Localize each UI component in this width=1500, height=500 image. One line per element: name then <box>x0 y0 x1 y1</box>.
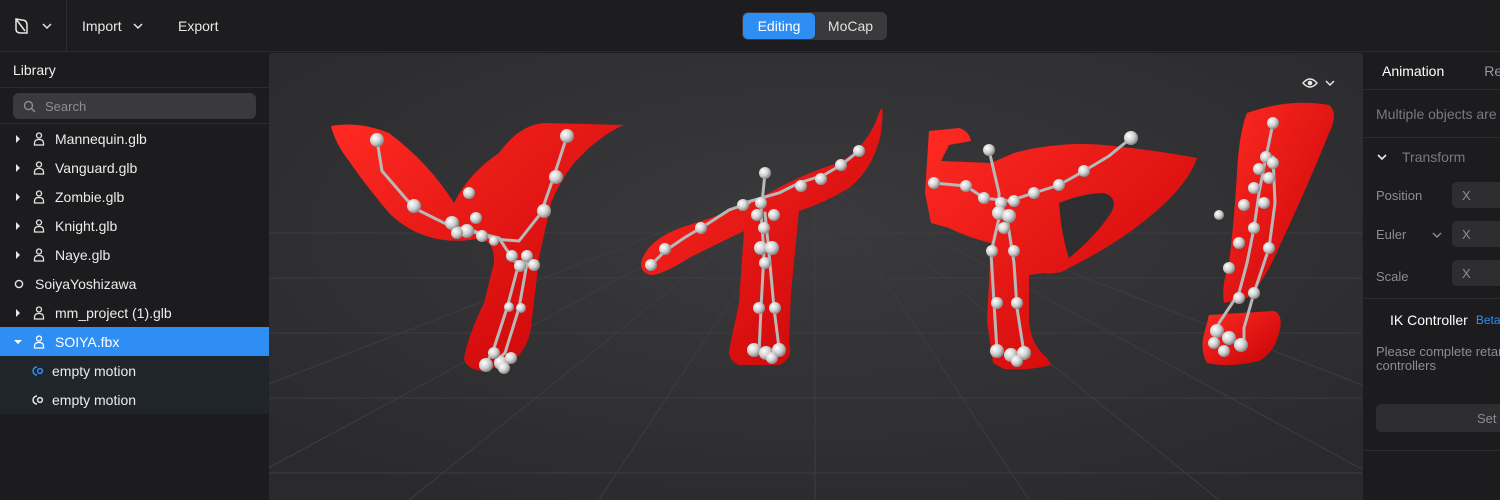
transform-section-header[interactable]: Transform <box>1363 138 1500 176</box>
motion-icon <box>30 394 46 406</box>
set-ik-button[interactable]: Set <box>1376 404 1500 432</box>
scale-x-field[interactable]: X <box>1452 260 1500 286</box>
inspector-panel: Animation Retarget Multiple objects are … <box>1362 53 1500 500</box>
selection-note: Multiple objects are selected <box>1363 90 1500 138</box>
ik-message-line-1: Please complete retargeting to use IK <box>1376 344 1500 359</box>
search-container <box>0 88 269 124</box>
library-item-label: Vanguard.glb <box>55 159 138 176</box>
import-label: Import <box>82 18 122 34</box>
app-menu-button[interactable] <box>0 0 67 52</box>
export-label: Export <box>178 18 219 34</box>
export-button[interactable]: Export <box>178 0 218 52</box>
search-box <box>13 93 256 119</box>
expand-caret-icon[interactable] <box>11 308 25 317</box>
library-item-label: Zombie.glb <box>55 188 125 205</box>
motion-item-2[interactable]: empty motion <box>0 385 269 414</box>
library-tree: Mannequin.glb Vanguard.glb Zombie.glb Kn… <box>0 124 269 414</box>
euler-row: Euler X <box>1363 215 1500 254</box>
collapse-caret-icon[interactable] <box>11 338 25 346</box>
library-item-soiyayoshizawa[interactable]: SoiyaYoshizawa <box>0 269 269 298</box>
chevron-down-icon[interactable] <box>1431 229 1443 241</box>
library-item-label: SOIYA.fbx <box>55 333 120 350</box>
eye-icon <box>1302 78 1318 88</box>
position-row: Position X <box>1363 176 1500 215</box>
expand-caret-icon[interactable] <box>11 192 25 201</box>
euler-label: Euler <box>1376 227 1407 242</box>
viewport-scene[interactable] <box>269 53 1362 500</box>
expand-caret-icon[interactable] <box>11 250 25 259</box>
view-options-button[interactable] <box>1302 77 1336 89</box>
person-icon <box>28 189 50 204</box>
library-item-naye[interactable]: Naye.glb <box>0 240 269 269</box>
ik-section-header[interactable]: IK Controller Beta <box>1363 301 1500 339</box>
library-item-zombie[interactable]: Zombie.glb <box>0 182 269 211</box>
3d-viewport[interactable] <box>269 53 1362 500</box>
chevron-down-icon <box>1377 154 1387 161</box>
library-title: Library <box>0 53 269 88</box>
ik-message: Please complete retargeting to use IK co… <box>1363 339 1500 373</box>
person-icon <box>28 334 50 349</box>
chevron-down-icon <box>1325 80 1335 87</box>
chevron-down-icon <box>42 23 52 30</box>
person-icon <box>28 218 50 233</box>
expand-caret-icon[interactable] <box>11 163 25 172</box>
library-item-label: mm_project (1).glb <box>55 304 172 321</box>
position-label: Position <box>1376 188 1423 203</box>
leaf-icon <box>15 18 28 34</box>
library-item-label: Naye.glb <box>55 246 111 263</box>
motion-item-label: empty motion <box>52 362 137 379</box>
ik-message-line-2: controllers <box>1376 358 1436 373</box>
motion-item-label: empty motion <box>52 391 137 408</box>
editing-mode-button[interactable]: Editing <box>743 13 815 39</box>
position-x-field[interactable]: X <box>1452 182 1500 208</box>
library-item-soiya-fbx[interactable]: SOIYA.fbx <box>0 327 269 356</box>
chevron-down-icon <box>133 23 143 30</box>
expand-caret-icon[interactable] <box>11 221 25 230</box>
library-item-label: Knight.glb <box>55 217 118 234</box>
euler-x-field[interactable]: X <box>1452 221 1500 247</box>
library-item-vanguard[interactable]: Vanguard.glb <box>0 153 269 182</box>
mode-toggle: Editing MoCap <box>742 12 887 40</box>
tab-retarget[interactable]: Retarget <box>1444 63 1500 79</box>
mocap-mode-button[interactable]: MoCap <box>815 13 886 39</box>
library-panel: Library Mannequin.glb Vanguard.glb Zombi… <box>0 53 269 500</box>
person-icon <box>28 247 50 262</box>
search-icon <box>23 100 36 112</box>
library-item-mm-project[interactable]: mm_project (1).glb <box>0 298 269 327</box>
tab-animation[interactable]: Animation <box>1363 63 1444 79</box>
search-input[interactable] <box>45 98 245 114</box>
transform-title: Transform <box>1402 149 1466 165</box>
top-bar: Import Export Editing MoCap <box>0 0 1500 52</box>
scale-row: Scale X <box>1363 254 1500 299</box>
library-item-knight[interactable]: Knight.glb <box>0 211 269 240</box>
motion-icon <box>30 365 46 377</box>
circle-icon <box>12 279 26 289</box>
beta-badge: Beta <box>1475 313 1500 327</box>
panel-bottom-divider <box>1363 450 1500 451</box>
library-item-label: SoiyaYoshizawa <box>35 275 137 292</box>
library-item-label: Mannequin.glb <box>55 130 147 147</box>
person-icon <box>28 131 50 146</box>
motion-item-1[interactable]: empty motion <box>0 356 269 385</box>
import-menu[interactable]: Import <box>82 0 144 52</box>
expand-caret-icon[interactable] <box>11 134 25 143</box>
person-icon <box>28 160 50 175</box>
inspector-tabs: Animation Retarget <box>1363 53 1500 90</box>
person-icon <box>28 305 50 320</box>
library-item-mannequin[interactable]: Mannequin.glb <box>0 124 269 153</box>
scale-label: Scale <box>1376 268 1409 284</box>
ik-title: IK Controller <box>1390 312 1468 328</box>
